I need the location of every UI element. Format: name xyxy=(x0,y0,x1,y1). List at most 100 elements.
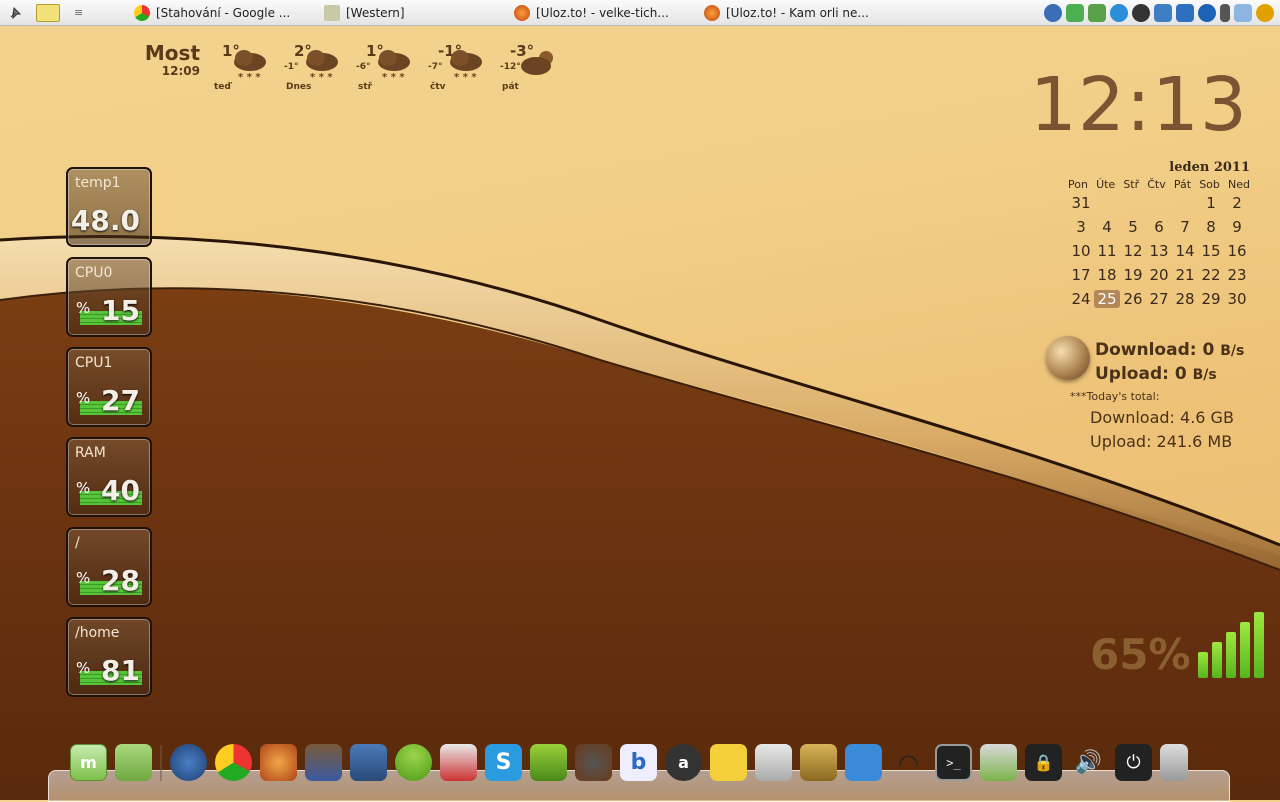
calendar-day[interactable]: 30 xyxy=(1224,290,1250,308)
calendar-day[interactable]: 22 xyxy=(1198,266,1224,284)
blogger-icon[interactable]: b xyxy=(620,744,657,781)
calendar-day[interactable]: 11 xyxy=(1094,242,1120,260)
sensor-value: 48.0 xyxy=(70,204,140,237)
calendar-day[interactable]: 16 xyxy=(1224,242,1250,260)
pin-icon[interactable] xyxy=(8,6,22,20)
calendar-day[interactable]: 25 xyxy=(1094,290,1120,308)
calendar-day[interactable]: 1 xyxy=(1198,194,1224,212)
day-header: Pon xyxy=(1068,178,1088,191)
calendar-day[interactable]: 9 xyxy=(1224,218,1250,236)
task-chrome[interactable]: [Stahování - Google ... xyxy=(128,2,318,24)
calendar-day[interactable]: 19 xyxy=(1120,266,1146,284)
sensor-cpu1: CPU1 % 27 xyxy=(66,347,152,427)
calendar-day[interactable]: 17 xyxy=(1068,266,1094,284)
calendar-day[interactable]: 15 xyxy=(1198,242,1224,260)
chrome-icon[interactable] xyxy=(215,744,252,781)
calendar-day[interactable]: 18 xyxy=(1094,266,1120,284)
percent-sign: % xyxy=(76,479,91,497)
webcam-icon[interactable] xyxy=(260,744,297,781)
volume-icon[interactable]: 🔊 xyxy=(1070,744,1107,781)
weather-low: -1° xyxy=(284,62,299,72)
amule-icon[interactable]: a xyxy=(665,744,702,781)
calendar-widget: leden 2011 Pon Úte Stř Čtv Pát Sob Ned 3… xyxy=(1068,160,1250,311)
pointer-icon[interactable] xyxy=(845,744,882,781)
dock: m S b a ◠ >_ 🔒 🔊 ⏻ xyxy=(70,744,1188,781)
calendar-day[interactable]: 20 xyxy=(1146,266,1172,284)
system-tray xyxy=(1044,3,1280,22)
phone-icon[interactable] xyxy=(530,744,567,781)
calendar-day[interactable]: 13 xyxy=(1146,242,1172,260)
battery-icon[interactable] xyxy=(1220,3,1230,22)
calendar-day[interactable]: 6 xyxy=(1146,218,1172,236)
day-header: Úte xyxy=(1096,178,1116,191)
firefox-icon xyxy=(704,4,720,21)
task-firefox-1[interactable]: [Uloz.to! - velke-tich... xyxy=(508,2,698,24)
dropbox-icon[interactable] xyxy=(1154,3,1172,22)
skype-icon[interactable] xyxy=(1110,3,1128,22)
drive-icon[interactable] xyxy=(1234,3,1252,22)
chat-icon[interactable] xyxy=(395,744,432,781)
calendar-day[interactable]: 24 xyxy=(1068,290,1094,308)
day-header: Pát xyxy=(1173,178,1192,191)
weather-day: 2° -1° * * * Dnes xyxy=(284,42,356,94)
weather-day-name: teď xyxy=(214,82,231,92)
calendar-day[interactable]: 21 xyxy=(1172,266,1198,284)
trash-icon[interactable] xyxy=(1160,744,1188,781)
calendar-week: 24 25 26 27 28 29 30 xyxy=(1068,287,1250,311)
svg-text:* * *: * * * xyxy=(238,72,261,83)
search-icon[interactable] xyxy=(1256,3,1274,22)
calendar-day[interactable]: 12 xyxy=(1120,242,1146,260)
user-icon[interactable] xyxy=(1132,3,1150,22)
sensor-label: CPU0 xyxy=(75,265,113,281)
day-header: Sob xyxy=(1199,178,1220,191)
upload-rate: Upload: 0 xyxy=(1095,364,1187,384)
accessibility-icon[interactable] xyxy=(1176,3,1194,22)
speaker-icon[interactable] xyxy=(575,744,612,781)
hp-icon[interactable] xyxy=(1198,3,1216,22)
calendar-day[interactable]: 10 xyxy=(1068,242,1094,260)
chrome-icon xyxy=(134,4,150,21)
calendar-day[interactable]: 4 xyxy=(1094,218,1120,236)
task-folder[interactable]: [Western] xyxy=(318,2,508,24)
calculator-icon[interactable] xyxy=(755,744,792,781)
calendar-day[interactable]: 23 xyxy=(1224,266,1250,284)
shield-icon[interactable] xyxy=(1066,3,1084,22)
lock-icon[interactable]: 🔒 xyxy=(1025,744,1062,781)
calendar-day[interactable]: 8 xyxy=(1198,218,1224,236)
snow-cloud-icon: * * * xyxy=(234,50,266,83)
notes-icon[interactable] xyxy=(36,3,60,22)
calendar-day[interactable]: 3 xyxy=(1068,218,1094,236)
update-icon[interactable] xyxy=(1088,3,1106,22)
monitor-icon[interactable] xyxy=(980,744,1017,781)
rocket-icon[interactable] xyxy=(440,744,477,781)
calendar-day[interactable]: 27 xyxy=(1146,290,1172,308)
weather-day: -1° -7° * * * čtv xyxy=(428,42,500,94)
calendar-day[interactable]: 31 xyxy=(1068,194,1094,212)
wifi-icon[interactable]: ◠ xyxy=(890,744,927,781)
signal-bar xyxy=(1226,632,1236,678)
calendar-day[interactable]: 29 xyxy=(1198,290,1224,308)
terminal-icon[interactable]: >_ xyxy=(935,744,972,781)
calendar-day[interactable]: 14 xyxy=(1172,242,1198,260)
calendar-day[interactable]: 7 xyxy=(1172,218,1198,236)
contacts-icon[interactable] xyxy=(305,744,342,781)
power-icon[interactable]: ⏻ xyxy=(1115,744,1152,781)
spy-icon[interactable] xyxy=(800,744,837,781)
thunderbird-icon[interactable] xyxy=(1044,3,1062,22)
cheese-icon[interactable] xyxy=(710,744,747,781)
calendar-week: 10 11 12 13 14 15 16 xyxy=(1068,239,1250,263)
mint-menu-icon[interactable]: m xyxy=(70,744,107,781)
menu-grip-icon[interactable]: ≡ xyxy=(74,6,83,19)
calendar-day[interactable]: 2 xyxy=(1224,194,1250,212)
thunderbird-icon[interactable] xyxy=(170,744,207,781)
calendar-day[interactable]: 28 xyxy=(1172,290,1198,308)
task-firefox-2[interactable]: [Uloz.to! - Kam orli ne... xyxy=(698,2,888,24)
files-icon[interactable] xyxy=(115,744,152,781)
svg-text:* * *: * * * xyxy=(454,72,477,83)
weather-day: 1° * * * teď xyxy=(212,42,284,94)
skype-icon[interactable]: S xyxy=(485,744,522,781)
mail-icon[interactable] xyxy=(350,744,387,781)
sensor-label: CPU1 xyxy=(75,355,113,371)
calendar-day[interactable]: 26 xyxy=(1120,290,1146,308)
calendar-day[interactable]: 5 xyxy=(1120,218,1146,236)
